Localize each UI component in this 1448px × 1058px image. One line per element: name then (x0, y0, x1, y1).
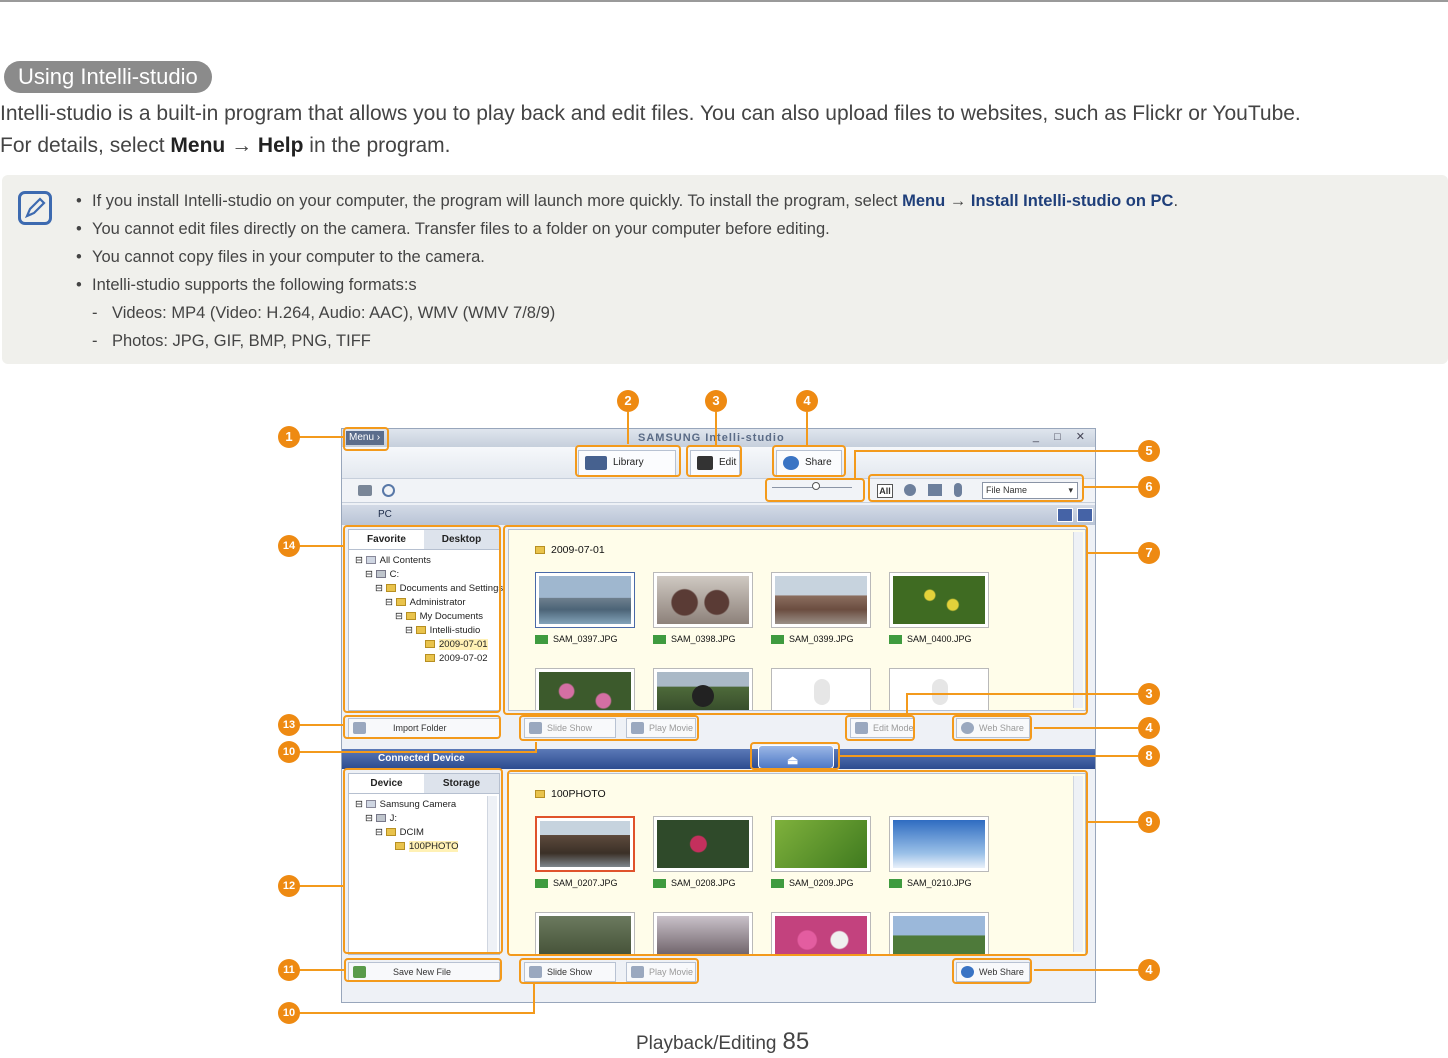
callout-number: 1 (278, 426, 300, 448)
callout-number: 2 (617, 390, 639, 412)
callout-number: 9 (1138, 811, 1160, 833)
callout-box-pc-tree (343, 525, 501, 713)
callout-number: 12 (278, 875, 300, 897)
callout-box-device-tree (343, 768, 503, 954)
callout-box-library (575, 445, 681, 477)
callout-number: 14 (278, 535, 300, 557)
callout-box-share (772, 445, 846, 477)
callout-box-pc-grid (503, 525, 1088, 715)
callout-box-save (344, 958, 502, 982)
callout-number: 10 (278, 1002, 300, 1024)
callout-number: 7 (1138, 542, 1160, 564)
callout-box-import (343, 715, 501, 739)
callout-number: 11 (278, 959, 300, 981)
callout-box-edit (686, 445, 742, 477)
callout-box-transfer (750, 742, 840, 770)
callout-box-pc-playback (519, 715, 699, 741)
callout-box-device-playback (519, 958, 699, 984)
callout-box-web-share (952, 715, 1032, 741)
callout-box-device-web-share (952, 958, 1032, 984)
page-footer: Playback/Editing 85 (636, 1028, 809, 1056)
callout-number: 4 (1138, 717, 1160, 739)
callout-box-menu (343, 427, 389, 451)
footer-label: Playback/Editing (636, 1033, 777, 1054)
callout-number: 3 (705, 390, 727, 412)
page-number: 85 (782, 1028, 810, 1055)
callout-number: 5 (1138, 440, 1160, 462)
callout-box-zoom (765, 478, 865, 502)
callout-number: 10 (278, 741, 300, 763)
callout-box-filters (868, 474, 1084, 502)
callout-number: 8 (1138, 745, 1160, 767)
callout-number: 6 (1138, 476, 1160, 498)
callout-number: 4 (796, 390, 818, 412)
callout-box-edit-mode (845, 715, 915, 741)
callout-number: 3 (1138, 683, 1160, 705)
callout-box-device-grid (507, 770, 1088, 956)
callout-number: 13 (278, 714, 300, 736)
callout-number: 4 (1138, 959, 1160, 981)
